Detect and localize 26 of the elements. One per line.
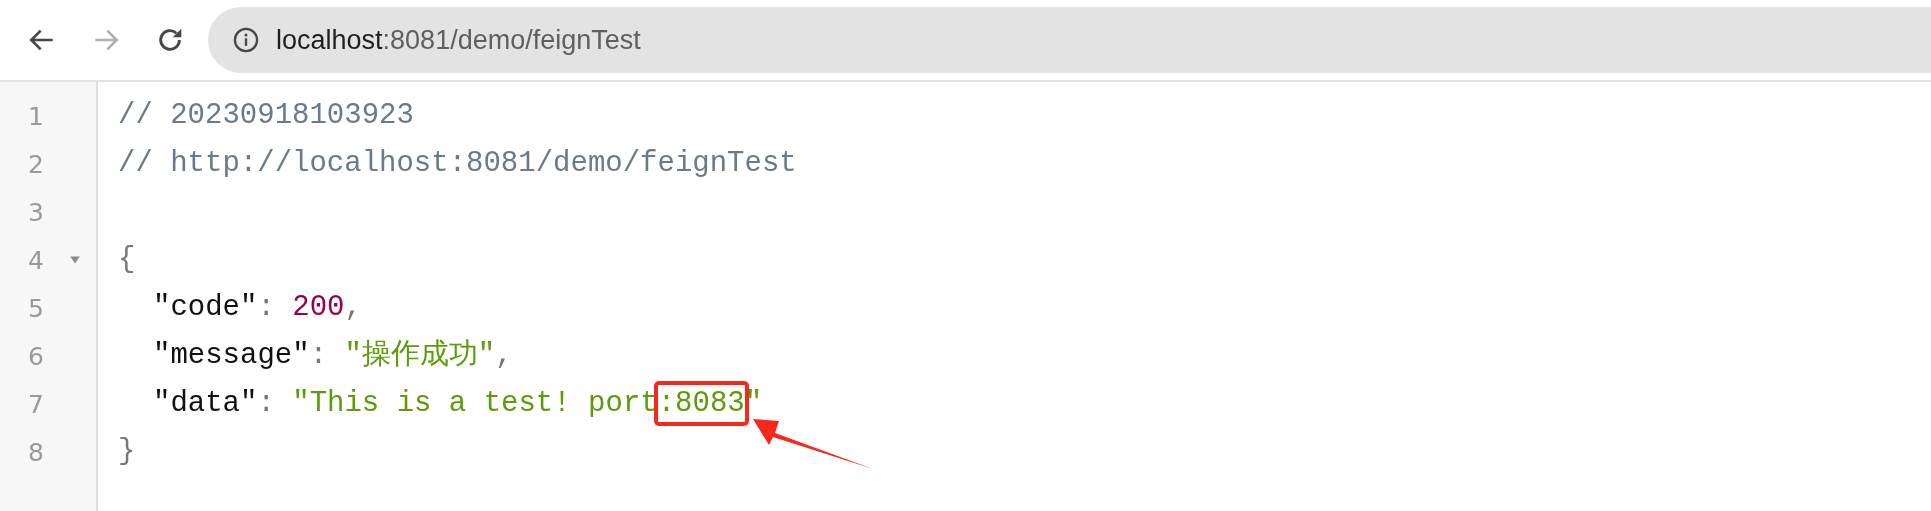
line-number: 3 (27, 197, 45, 227)
punctuation: , (495, 339, 513, 372)
line-number: 1 (27, 101, 45, 131)
comment-text: // 20230918103923 (118, 99, 414, 132)
line-number: 4 (27, 245, 45, 275)
punctuation: : (257, 291, 276, 324)
url-text: localhost:8081/demo/feignTest (276, 24, 641, 56)
collapse-icon[interactable] (69, 254, 81, 266)
json-string: "操作成功" (344, 339, 496, 372)
comment-text: // http://localhost:8081/demo/feignTest (118, 147, 797, 180)
line-number: 6 (27, 341, 45, 371)
json-key: "data" (153, 387, 258, 420)
punctuation: , (344, 291, 362, 324)
json-key: "message" (153, 339, 310, 372)
line-number: 8 (27, 437, 45, 467)
line-number: 2 (27, 149, 45, 179)
json-brace: { (118, 243, 136, 276)
json-key: "code" (153, 291, 258, 324)
line-number: 7 (27, 389, 45, 419)
address-bar[interactable]: localhost:8081/demo/feignTest (208, 7, 1931, 73)
punctuation: : (309, 339, 329, 372)
json-brace: } (118, 435, 136, 468)
line-number: 5 (27, 293, 45, 323)
info-icon[interactable] (232, 26, 260, 54)
punctuation: : (257, 387, 276, 420)
json-number: 200 (292, 291, 345, 324)
